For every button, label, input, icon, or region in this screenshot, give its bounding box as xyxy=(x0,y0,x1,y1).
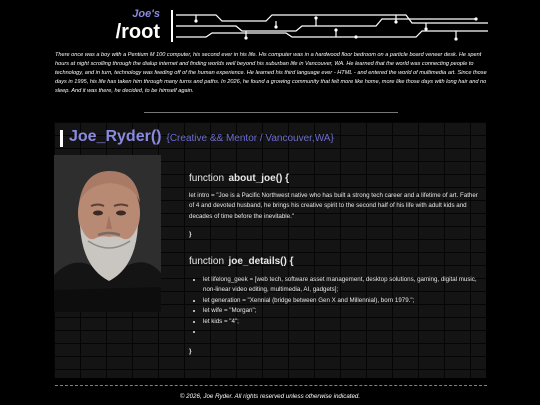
details-close-brace: } xyxy=(189,348,192,355)
heading-bar xyxy=(60,129,63,147)
about-function-name: about_joe() { xyxy=(228,173,290,184)
details-function-name: joe_details() { xyxy=(228,256,294,267)
header-divider xyxy=(171,10,173,42)
site-header: Joe's /root xyxy=(0,0,540,46)
profile-heading: Joe_Ryder() {Creative && Mentor / Vancou… xyxy=(60,128,334,148)
details-keyword: function xyxy=(189,256,225,267)
logo-main-text: /root xyxy=(115,21,160,43)
intro-paragraph: There once was a boy with a Pentium M 10… xyxy=(55,52,487,94)
about-function-header: function about_joe() { xyxy=(189,168,289,186)
site-logo[interactable]: Joe's /root xyxy=(112,8,160,43)
about-close-brace: } xyxy=(189,231,192,238)
circuit-banner-icon xyxy=(176,14,488,41)
profile-name: Joe_Ryder() xyxy=(69,128,162,145)
footer-copyright: © 2026, Joe Ryder. All rights reserved u… xyxy=(179,393,361,400)
profile-photo xyxy=(54,155,161,312)
details-function-header: function joe_details() { xyxy=(189,251,294,269)
list-item: let generation = "Xennial (bridge betwee… xyxy=(203,296,479,306)
list-item: let lifelong_geek = [web tech, software … xyxy=(203,275,479,296)
list-item: let kids = "4"; xyxy=(203,317,479,327)
about-text: let intro = "Joe is a Pacific Northwest … xyxy=(189,192,478,220)
about-keyword: function xyxy=(189,173,225,184)
logo-top-text: Joe's xyxy=(132,8,160,20)
footer-divider xyxy=(55,385,487,386)
details-list: let lifelong_geek = [web tech, software … xyxy=(189,275,479,337)
list-item: let wife = "Morgan"; xyxy=(203,306,479,316)
list-item xyxy=(203,327,479,337)
intro-divider xyxy=(144,112,398,113)
portrait-photo-icon xyxy=(54,155,161,312)
profile-subtitle: {Creative && Mentor / Vancouver,WA} xyxy=(166,133,334,144)
